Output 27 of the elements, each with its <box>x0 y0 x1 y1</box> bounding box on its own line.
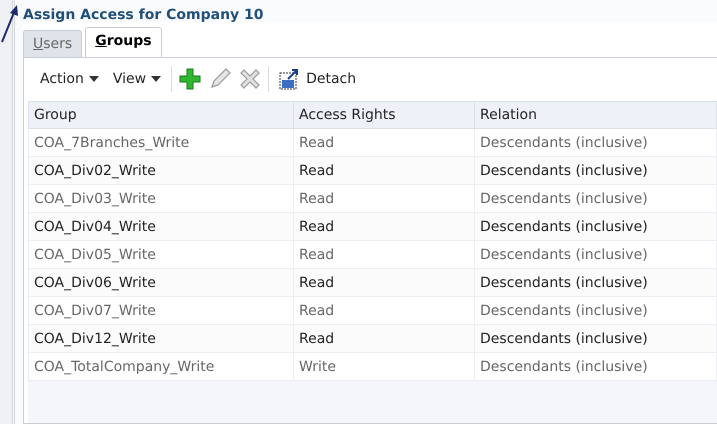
table-cell: COA_Div02_Write <box>28 156 294 184</box>
detach-button[interactable]: Detach <box>275 68 360 90</box>
tab[interactable]: Groups <box>85 27 162 57</box>
table-cell: Descendants (inclusive) <box>474 212 716 240</box>
table-cell: COA_Div06_Write <box>28 268 294 296</box>
annotation-arrow <box>0 4 20 44</box>
table-cell: Read <box>294 324 474 352</box>
tab[interactable]: Users <box>23 30 82 57</box>
table-cell: Read <box>294 212 474 240</box>
column-header[interactable]: Relation <box>474 102 716 128</box>
table-cell: Descendants (inclusive) <box>474 324 716 352</box>
table-cell: COA_Div12_Write <box>28 324 294 352</box>
table-cell: Read <box>294 156 474 184</box>
pencil-icon[interactable] <box>208 67 232 91</box>
menu-button[interactable]: View <box>108 71 166 87</box>
table-cell: COA_Div04_Write <box>28 212 294 240</box>
menu-button[interactable]: Action <box>36 71 103 87</box>
table-cell: Descendants (inclusive) <box>474 156 716 184</box>
column-header[interactable]: Group <box>28 102 294 128</box>
column-header[interactable]: Access Rights <box>294 102 474 128</box>
window-title: Assign Access for Company 10 <box>23 6 265 22</box>
close-icon[interactable] <box>238 67 262 91</box>
table-cell: Read <box>294 268 474 296</box>
caret-icon <box>151 76 162 82</box>
add-icon[interactable] <box>178 67 202 91</box>
table-cell: Descendants (inclusive) <box>474 268 716 296</box>
caret-icon <box>88 76 99 82</box>
